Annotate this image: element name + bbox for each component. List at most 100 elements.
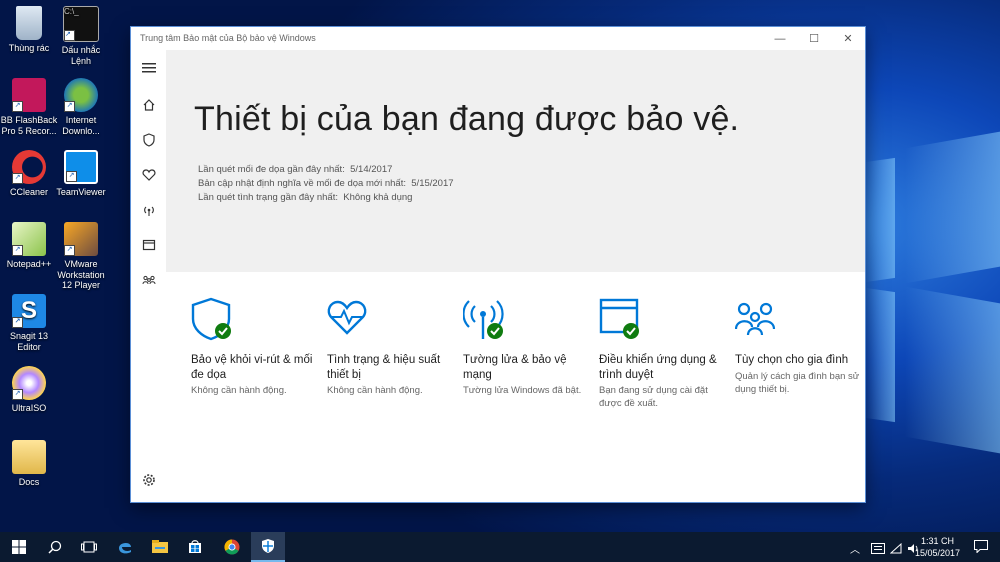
desktop-icon-label: UltraISO: [11, 403, 47, 413]
family-icon: [734, 297, 863, 341]
tile-description: Quản lý cách gia đình bạn sử dụng thiết …: [735, 370, 860, 395]
last-health-scan: Lần quét tình trạng gần đây nhất: Không …: [198, 192, 413, 203]
family-icon[interactable]: [139, 270, 159, 290]
tile-description: Không cần hành động.: [327, 385, 423, 396]
tile-description: Không cần hành động.: [191, 385, 287, 396]
task-view-icon: [81, 541, 97, 553]
settings-gear-icon[interactable]: [139, 470, 159, 490]
last-definition-update: Bản cập nhật định nghĩa về mối đe dọa mớ…: [198, 178, 454, 189]
wireless-icon: [462, 297, 591, 341]
notepad-plus-plus-icon: ↗: [12, 222, 46, 256]
wallpaper-beam: [865, 157, 895, 283]
command-prompt-icon: C:\_ ↗: [63, 6, 99, 42]
wireless-icon[interactable]: [139, 200, 159, 220]
taskbar-edge[interactable]: [108, 532, 142, 562]
desktop-icon-notepad-plus-plus[interactable]: ↗ Notepad++: [0, 222, 58, 270]
defender-window: Trung tâm Bảo mật của Bộ bảo vệ Windows …: [131, 27, 865, 502]
tile-device-performance-health[interactable]: Tình trạng & hiệu suất thiết bị Không cầ…: [327, 297, 455, 397]
snagit-icon: S ↗: [12, 294, 46, 328]
desktop-icon-label: Docs: [18, 477, 40, 487]
internet-download-manager-icon: ↗: [64, 78, 98, 112]
tile-description: Tường lửa Windows đã bật.: [463, 385, 582, 396]
browser-window-icon[interactable]: [139, 235, 159, 255]
window-title: Trung tâm Bảo mật của Bộ bảo vệ Windows: [140, 33, 316, 43]
chrome-icon: [224, 539, 240, 555]
tile-virus-threat-protection[interactable]: Bảo vệ khỏi vi-rút & mối đe dọa Không cầ…: [191, 297, 319, 397]
close-button[interactable]: ✕: [831, 29, 865, 49]
wallpaper-beam: [905, 131, 1000, 284]
clock-date: 15/05/2017: [914, 548, 960, 558]
clock-time: 1:31 CH: [920, 536, 954, 546]
desktop-icon-label: Thùng rác: [8, 43, 50, 53]
desktop-icon-internet-download-manager[interactable]: ↗ Internet Downlo...: [52, 78, 110, 136]
system-clock[interactable]: 1:31 CH 15/05/2017: [915, 535, 960, 559]
search-icon: [48, 540, 62, 554]
heart-icon[interactable]: [139, 165, 159, 185]
desktop-icon-ultraiso[interactable]: ↗ UltraISO: [0, 366, 58, 414]
show-hidden-icons-chevron-icon[interactable]: ︿: [850, 541, 860, 556]
desktop-icon-ccleaner[interactable]: ↗ CCleaner: [0, 150, 58, 198]
tile-app-browser-control[interactable]: Điều khiển ứng dụng & trình duyệt Bạn đa…: [599, 297, 727, 410]
tile-firewall-network-protection[interactable]: Tường lửa & bảo vệ mạng Tường lửa Window…: [462, 297, 591, 397]
search-button[interactable]: [38, 532, 72, 562]
maximize-button[interactable]: ☐: [797, 29, 831, 49]
desktop-icon-recycle-bin[interactable]: Thùng rác: [0, 6, 58, 54]
shield-icon[interactable]: [139, 130, 159, 150]
desktop-icon-label: Notepad++: [6, 259, 52, 269]
wallpaper-beam: [905, 286, 1000, 454]
desktop-icon-teamviewer[interactable]: ↗ TeamViewer: [52, 150, 110, 198]
tile-title: Điều khiển ứng dụng & trình duyệt: [599, 354, 717, 381]
desktop-icon-command-prompt[interactable]: C:\_ ↗ Dấu nhắc Lệnh: [52, 6, 110, 66]
home-icon[interactable]: [139, 95, 159, 115]
ultraiso-icon: ↗: [12, 366, 46, 400]
vmware-icon: ↗: [64, 222, 98, 256]
desktop-icon-snagit[interactable]: S ↗ Snagit 13 Editor: [0, 294, 58, 352]
tile-title: Tùy chọn cho gia đình: [735, 354, 849, 366]
start-button[interactable]: [2, 532, 36, 562]
side-nav: [131, 50, 166, 502]
desktop-icon-label: TeamViewer: [56, 187, 106, 197]
taskbar-store[interactable]: [178, 532, 212, 562]
wallpaper-beam: [865, 287, 895, 423]
desktop-icon-label: BB FlashBack Pro 5 Recor...: [0, 115, 58, 136]
flashback-icon: ↗: [12, 78, 46, 112]
tile-title: Tình trạng & hiệu suất thiết bị: [327, 354, 441, 381]
browser-window-icon: [599, 297, 727, 341]
title-bar[interactable]: Trung tâm Bảo mật của Bộ bảo vệ Windows …: [131, 27, 865, 50]
desktop-icon-label: Snagit 13 Editor: [9, 331, 49, 352]
desktop-icon-label: CCleaner: [9, 187, 49, 197]
shield-icon: [191, 297, 319, 341]
status-hero: Thiết bị của bạn đang được bảo vệ. Lần q…: [166, 50, 865, 272]
tile-title: Bảo vệ khỏi vi-rút & mối đe dọa: [191, 354, 313, 381]
recycle-bin-icon: [16, 6, 42, 40]
desktop-icon-label: VMware Workstation 12 Player: [57, 259, 105, 290]
taskbar-chrome[interactable]: [215, 532, 249, 562]
desktop-icon-flashback[interactable]: ↗ BB FlashBack Pro 5 Recor...: [0, 78, 58, 136]
desktop-icon-label: Dấu nhắc Lệnh: [61, 45, 101, 66]
edge-browser-icon: [119, 542, 131, 554]
folder-icon: [12, 440, 46, 474]
tile-description: Bạn đang sử dụng cài đặt được đề xuất.: [599, 385, 708, 409]
hamburger-menu-icon[interactable]: [139, 58, 159, 78]
action-center-notification-icon[interactable]: [974, 540, 988, 558]
task-view-button[interactable]: [72, 532, 106, 562]
store-icon: [189, 540, 201, 553]
taskbar-file-explorer[interactable]: [143, 532, 177, 562]
protection-status-headline: Thiết bị của bạn đang được bảo vệ.: [194, 100, 740, 138]
desktop-icon-label: Internet Downlo...: [62, 115, 100, 136]
ccleaner-icon: ↗: [12, 150, 46, 184]
network-icon[interactable]: [889, 541, 902, 559]
input-method-icon[interactable]: [871, 541, 885, 559]
desktop-icon-docs[interactable]: Docs: [0, 440, 58, 488]
teamviewer-icon: ↗: [64, 150, 98, 184]
minimize-button[interactable]: —: [763, 29, 797, 49]
taskbar: ︿ 1:31 CH 15/05/2017: [0, 532, 1000, 562]
last-threat-scan: Lần quét mối đe dọa gần đây nhất: 5/14/2…: [198, 164, 393, 175]
file-explorer-icon: [152, 540, 168, 553]
heart-pulse-icon: [327, 297, 455, 341]
tile-title: Tường lửa & bảo vệ mạng: [463, 354, 567, 381]
defender-shield-icon: [262, 539, 274, 553]
desktop-icon-vmware[interactable]: ↗ VMware Workstation 12 Player: [52, 222, 110, 291]
tile-family-options[interactable]: Tùy chọn cho gia đình Quản lý cách gia đ…: [734, 297, 863, 396]
taskbar-defender[interactable]: [251, 532, 285, 562]
